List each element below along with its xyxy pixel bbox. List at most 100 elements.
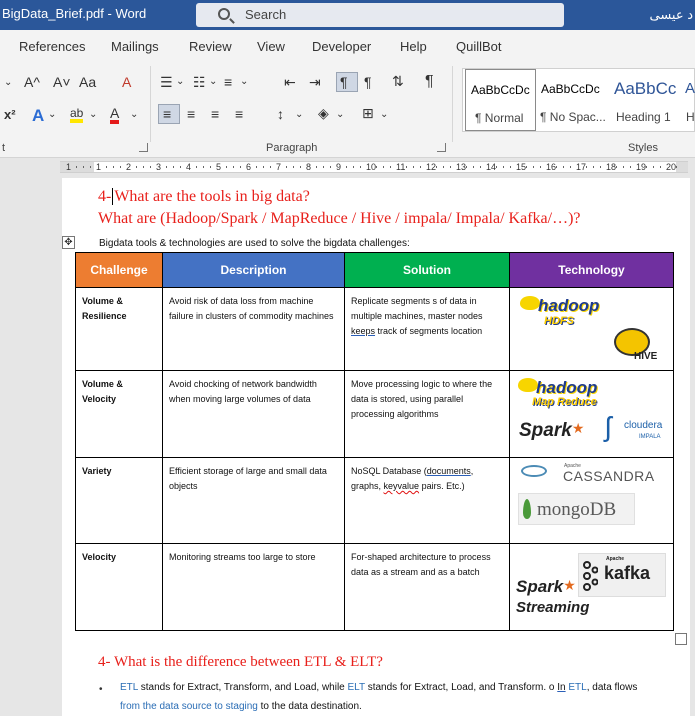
rtl-paragraph-icon[interactable]: ¶ <box>364 75 372 89</box>
document-title: BigData_Brief.pdf - Word <box>2 6 147 21</box>
align-center-icon[interactable]: ≡ <box>187 107 195 121</box>
ruler-tick-mark <box>616 166 617 168</box>
tab-review[interactable]: Review <box>189 39 232 54</box>
sort-icon[interactable]: ⇅ <box>392 74 404 88</box>
clear-formatting-button[interactable]: A <box>122 75 131 89</box>
font-size-dropdown-icon[interactable]: ⌄ <box>4 78 12 88</box>
table-resize-handle[interactable] <box>675 633 687 645</box>
ruler-tick-mark <box>496 166 497 168</box>
etl-term: ETL <box>120 682 138 693</box>
ruler-number: 6 <box>246 162 252 172</box>
solution-link[interactable]: documents <box>427 466 471 476</box>
hadoop-logo-text: hadoop <box>536 378 598 397</box>
ruler-number: 19 <box>636 162 647 172</box>
ruler-tick-mark <box>593 166 594 168</box>
ruler-tick-mark <box>406 166 407 168</box>
tab-quillbot[interactable]: QuillBot <box>456 39 502 54</box>
style-heading-1[interactable]: AaBbCc Heading 1 <box>610 69 680 131</box>
bullets-dropdown-icon[interactable]: ⌄ <box>176 77 184 87</box>
header-challenge: Challenge <box>75 252 163 288</box>
font-dialog-launcher-icon[interactable] <box>139 143 148 152</box>
increase-indent-icon[interactable]: ⇥ <box>309 75 321 89</box>
ruler-tick-mark <box>376 166 377 168</box>
ruler-tick-mark <box>473 166 474 168</box>
ruler-number: 2 <box>126 162 132 172</box>
style-normal[interactable]: AaBbCcDc ¶ Normal <box>465 69 536 131</box>
user-name[interactable]: د عيسى <box>649 7 693 23</box>
text-effects-dropdown-icon[interactable]: ⌄ <box>48 110 56 120</box>
align-left-icon[interactable]: ≡ <box>158 104 180 124</box>
bullets-icon[interactable]: ☰ <box>160 75 173 89</box>
ruler-tick-mark <box>106 166 107 168</box>
document-page[interactable]: 4- What are the tools in big data? What a… <box>62 178 690 716</box>
solution-link[interactable]: keeps <box>351 326 375 336</box>
multilevel-dropdown-icon[interactable]: ⌄ <box>240 77 248 87</box>
bullet-text: , data flows <box>586 682 638 693</box>
superscript-button[interactable]: x² <box>4 108 16 121</box>
cassandra-logo-text: CASSANDRA <box>563 468 655 484</box>
cloudera-logo-text: cloudera <box>624 420 663 431</box>
paragraph-dialog-launcher-icon[interactable] <box>437 143 446 152</box>
multilevel-list-icon[interactable]: ≡ <box>224 75 232 89</box>
borders-icon[interactable]: ⊞ <box>362 106 374 120</box>
shading-icon[interactable]: ◈ <box>318 106 329 120</box>
mapreduce-logo-text: Map Reduce <box>532 396 597 408</box>
tab-references[interactable]: References <box>19 39 85 54</box>
table-row: Volume & Velocity Avoid chocking of netw… <box>75 370 674 458</box>
shading-dropdown-icon[interactable]: ⌄ <box>336 110 344 120</box>
table-row: Velocity Monitoring streams too large to… <box>75 543 674 631</box>
ruler-tick-mark <box>653 166 654 168</box>
elt-term: ELT <box>347 682 365 693</box>
line-spacing-dropdown-icon[interactable]: ⌄ <box>295 110 303 120</box>
search-box[interactable]: Search <box>196 3 564 27</box>
impala-logo-text: IMPALA <box>639 434 661 440</box>
tab-developer[interactable]: Developer <box>312 39 371 54</box>
in-link[interactable]: In <box>557 682 565 693</box>
kafka-logo-text: kafka <box>604 563 651 583</box>
bullet-text: to the data destination. <box>257 701 362 712</box>
kafka-icon <box>583 561 598 591</box>
ruler-tick-mark <box>226 166 227 168</box>
horizontal-ruler[interactable]: 1 1 2 3 4 5 6 7 8 9 10 11 12 13 14 15 16 17 18 19 20 <box>60 161 688 173</box>
solution-text: pairs. Etc.) <box>419 481 465 491</box>
tab-help[interactable]: Help <box>400 39 427 54</box>
spelling-error-word[interactable]: keyvalue <box>384 481 420 491</box>
shrink-font-button[interactable]: A˅ <box>53 75 71 89</box>
grow-font-button[interactable]: A^ <box>24 75 40 89</box>
highlight-button[interactable]: ab <box>70 107 84 123</box>
font-color-button[interactable]: A <box>110 106 120 124</box>
numbering-icon[interactable]: ☷ <box>193 75 206 89</box>
numbering-dropdown-icon[interactable]: ⌄ <box>209 77 217 87</box>
change-case-button[interactable]: Aa <box>79 75 96 89</box>
ruler-tick-mark <box>480 166 481 168</box>
align-right-icon[interactable]: ≡ <box>211 107 219 121</box>
font-color-dropdown-icon[interactable]: ⌄ <box>130 110 138 120</box>
hadoop-elephant-icon <box>520 296 540 310</box>
style-heading-2[interactable]: A H <box>681 69 695 131</box>
bullet-text: stands for Extract, Load, and Transform.… <box>364 682 558 693</box>
description-cell: Avoid chocking of network bandwidth when… <box>162 370 345 458</box>
tab-mailings[interactable]: Mailings <box>111 39 159 54</box>
style-no-spacing[interactable]: AaBbCcDc ¶ No Spac... <box>537 69 609 131</box>
description-cell: Monitoring streams too large to store <box>162 543 345 631</box>
ruler-tick-mark <box>83 166 84 168</box>
ruler-tick-mark <box>120 166 121 168</box>
show-formatting-marks-icon[interactable]: ¶ <box>425 74 434 90</box>
ruler-number: 18 <box>606 162 617 172</box>
styles-group-label: Styles <box>628 142 658 154</box>
line-spacing-icon[interactable]: ↕ <box>277 107 284 121</box>
ruler-tick-mark <box>113 166 114 168</box>
text-effects-button[interactable]: A <box>32 107 44 124</box>
table-move-handle-icon[interactable]: ✥ <box>62 236 75 249</box>
ltr-paragraph-icon[interactable]: ¶ <box>336 72 358 92</box>
highlight-dropdown-icon[interactable]: ⌄ <box>89 110 97 120</box>
style-name: H <box>686 110 695 124</box>
justify-icon[interactable]: ≡ <box>235 107 243 121</box>
decrease-indent-icon[interactable]: ⇤ <box>284 75 296 89</box>
ruler-tick-mark <box>586 166 587 168</box>
tab-view[interactable]: View <box>257 39 285 54</box>
ruler-number: 12 <box>426 162 437 172</box>
ruler-tick-mark <box>263 166 264 168</box>
borders-dropdown-icon[interactable]: ⌄ <box>380 110 388 120</box>
ruler-number: 15 <box>516 162 527 172</box>
